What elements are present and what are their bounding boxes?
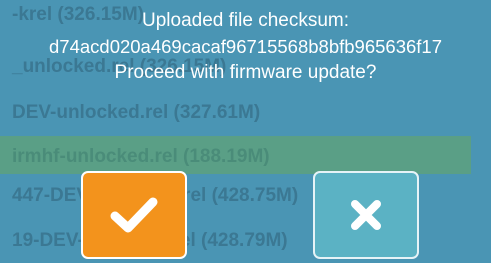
cancel-button[interactable] — [313, 171, 419, 259]
x-icon — [351, 200, 381, 230]
file-list-item: DEV-unlocked.rel (327.61M) — [12, 102, 261, 123]
confirm-button[interactable] — [81, 171, 187, 259]
checkmark-icon — [110, 197, 158, 233]
dialog-message: Uploaded file checksum: d74acd020a469cac… — [0, 8, 491, 86]
firmware-update-screen: -krel (326.15M) _unlocked.rel (326.15M) … — [0, 0, 491, 263]
checksum-value: d74acd020a469cacaf96715568b8bfb965636f17 — [49, 36, 442, 57]
file-list-item-selected: irmhf-unlocked.rel (188.19M) — [12, 146, 270, 167]
dialog-title: Uploaded file checksum: — [142, 10, 349, 31]
dialog-question: Proceed with firmware update? — [114, 62, 377, 83]
